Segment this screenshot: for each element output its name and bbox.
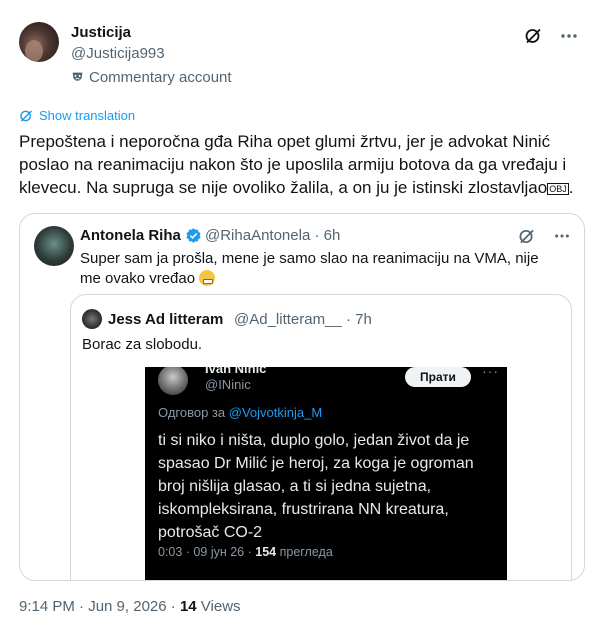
author-handle[interactable]: @Justicija993 [71, 45, 165, 62]
nested-handle[interactable]: @Ad_litteram__ [234, 311, 342, 328]
quoted-tweet[interactable]: Antonela Riha @RihaAntonela · 6h Super s… [19, 213, 585, 581]
object-replacement-glyph: OBJ [547, 182, 569, 195]
author-display-name[interactable]: Justicija [71, 24, 131, 41]
screenshot-more-icon: ··· [482, 367, 499, 379]
more-options-icon[interactable] [559, 26, 579, 46]
quoted-name-text: Antonela Riha [80, 227, 181, 244]
screenshot-meta-time: 0:03 · 09 јун 26 · [158, 545, 252, 559]
quoted-text: Super sam ja prošla, mene je samo slao n… [80, 249, 550, 289]
commentary-label: Commentary account [71, 69, 232, 86]
screenshot-views-label: прегледа [279, 545, 333, 559]
screenshot-name: Ivan Ninic [205, 367, 267, 376]
screenshot-meta: 0:03 · 09 јун 26 · 154 прегледа [158, 545, 333, 559]
quoted-handle[interactable]: @RihaAntonela [205, 227, 310, 244]
grimacing-face-emoji-icon [199, 270, 216, 286]
tweet-timestamp[interactable]: 9:14 PM · Jun 9, 2026 · [19, 598, 176, 615]
tweet: Justicija @Justicija993 Commentary accou… [0, 0, 599, 632]
quoted-display-name[interactable]: Antonela Riha [80, 227, 202, 244]
embedded-screenshot[interactable]: Ivan Ninic @INinic Прати ··· Одговор за … [145, 367, 507, 580]
quoted-separator: · [314, 227, 320, 244]
show-translation-text: Show translation [39, 108, 136, 123]
quoted-body: Super sam ja prošla, mene je samo slao n… [80, 250, 539, 287]
quoted-meta: @RihaAntonela · 6h [205, 227, 340, 244]
tweet-views-label: Views [200, 598, 241, 615]
author-avatar[interactable] [19, 22, 59, 62]
tweet-footer: 9:14 PM · Jun 9, 2026 · 14 Views [19, 598, 241, 615]
theater-mask-icon [72, 72, 83, 81]
verified-badge-icon [186, 228, 201, 243]
nested-text: Borac za slobodu. [82, 336, 203, 353]
more-options-icon[interactable] [552, 226, 572, 246]
grok-icon[interactable] [516, 226, 536, 246]
screenshot-reply-prefix: Одговор за [158, 405, 226, 420]
screenshot-avatar [158, 367, 188, 395]
screenshot-reply-line: Одговор за @Vojvotkinja_M [158, 405, 322, 420]
screenshot-follow-button: Прати [405, 367, 471, 387]
nested-display-name[interactable]: Jess Ad litteram [108, 311, 223, 328]
screenshot-handle: @INinic [205, 377, 251, 392]
show-translation-link[interactable]: Show translation [19, 108, 135, 123]
nested-separator: · [345, 311, 351, 328]
nested-avatar[interactable] [82, 309, 102, 329]
screenshot-reply-mention: @Vojvotkinja_M [228, 405, 323, 420]
nested-meta: @Ad_litteram__ · 7h [234, 311, 372, 328]
quoted-time[interactable]: 6h [324, 227, 341, 244]
tweet-views-count: 14 [179, 598, 197, 615]
translate-icon [20, 109, 32, 122]
commentary-text: Commentary account [89, 69, 232, 86]
quoted-actions [516, 226, 572, 246]
quoted-avatar[interactable] [34, 226, 74, 266]
screenshot-body: ti si niko i ništa, duplo golo, jedan ži… [158, 432, 474, 541]
tweet-body: Prepoštena i neporočna gđa Riha opet glu… [19, 132, 567, 197]
grok-icon[interactable] [523, 26, 543, 46]
tweet-actions-top [523, 26, 579, 46]
nested-time[interactable]: 7h [355, 311, 372, 328]
tweet-text: Prepoštena i neporočna gđa Riha opet glu… [19, 132, 574, 197]
screenshot-views-count: 154 [255, 545, 277, 559]
